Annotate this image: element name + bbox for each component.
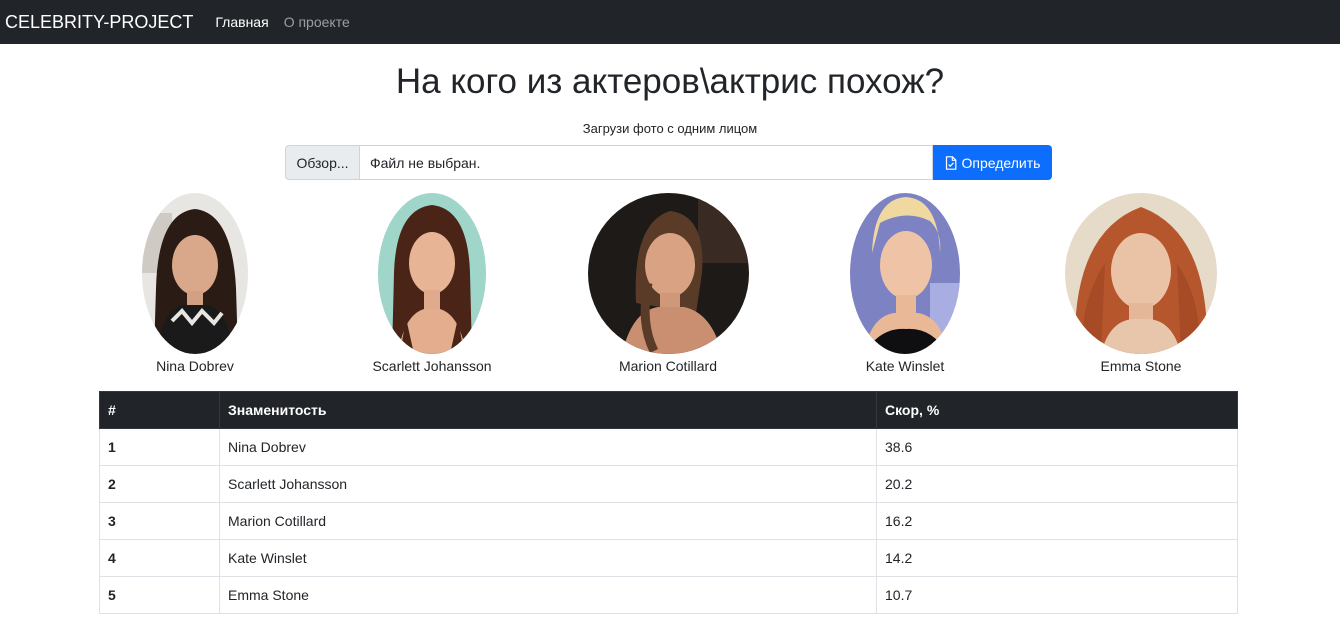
rank-cell: 5 xyxy=(99,576,220,614)
detect-button[interactable]: Определить xyxy=(933,145,1052,180)
file-check-icon xyxy=(945,155,957,170)
upload-hint: Загрузи фото с одним лицом xyxy=(582,121,758,136)
navbar: CELEBRITY-PROJECT Главная О проекте xyxy=(0,0,1340,44)
rank-cell: 3 xyxy=(99,502,220,540)
celebrity-cell: Nina Dobrev xyxy=(219,428,877,466)
celebrity-photo-emma-stone xyxy=(1065,193,1217,354)
brand-link[interactable]: CELEBRITY-PROJECT xyxy=(5,12,193,33)
celebrity-cell: Marion Cotillard xyxy=(219,502,877,540)
celebrity-name: Kate Winslet xyxy=(865,358,945,374)
score-cell: 38.6 xyxy=(876,428,1238,466)
score-cell: 20.2 xyxy=(876,465,1238,503)
celebrity-card: Nina Dobrev xyxy=(95,193,295,374)
celebrity-photo-nina-dobrev xyxy=(142,193,248,354)
column-header-score: Скор, % xyxy=(876,391,1238,429)
rank-cell: 2 xyxy=(99,465,220,503)
results-table: # Знаменитость Скор, % 1 Nina Dobrev 38.… xyxy=(99,391,1238,614)
table-row: 1 Nina Dobrev 38.6 xyxy=(99,428,1238,466)
celebrity-card: Kate Winslet xyxy=(805,193,1005,374)
celebrity-cell: Kate Winslet xyxy=(219,539,877,577)
score-cell: 16.2 xyxy=(876,502,1238,540)
celebrity-name: Marion Cotillard xyxy=(618,358,718,374)
table-row: 2 Scarlett Johansson 20.2 xyxy=(99,465,1238,503)
celebrity-name: Emma Stone xyxy=(1100,358,1182,374)
detect-button-label: Определить xyxy=(961,154,1041,171)
celebrity-cell: Scarlett Johansson xyxy=(219,465,877,503)
column-header-rank: # xyxy=(99,391,220,429)
celebrity-name: Nina Dobrev xyxy=(156,358,234,374)
file-input[interactable]: Файл не выбран. xyxy=(360,145,933,180)
score-cell: 10.7 xyxy=(876,576,1238,614)
nav-link-home[interactable]: Главная xyxy=(215,14,268,30)
rank-cell: 1 xyxy=(99,428,220,466)
celebrity-name: Scarlett Johansson xyxy=(372,358,492,374)
celebrity-photo-scarlett-johansson xyxy=(378,193,486,354)
nav-link-about[interactable]: О проекте xyxy=(284,14,350,30)
celebrity-photo-kate-winslet xyxy=(850,193,960,354)
celebrity-cell: Emma Stone xyxy=(219,576,877,614)
celebrity-gallery: Nina Dobrev Scarlett Johansson Marion Co… xyxy=(0,193,1340,378)
table-row: 5 Emma Stone 10.7 xyxy=(99,576,1238,614)
page-title: На кого из актеров\актрис похож? xyxy=(395,62,945,101)
column-header-celebrity: Знаменитость xyxy=(219,391,877,429)
celebrity-card: Marion Cotillard xyxy=(568,193,768,374)
table-row: 3 Marion Cotillard 16.2 xyxy=(99,502,1238,540)
celebrity-card: Emma Stone xyxy=(1041,193,1241,374)
upload-form: Обзор... Файл не выбран. Определить xyxy=(285,145,1052,180)
browse-button[interactable]: Обзор... xyxy=(285,145,360,180)
score-cell: 14.2 xyxy=(876,539,1238,577)
table-header-row: # Знаменитость Скор, % xyxy=(99,391,1238,429)
celebrity-card: Scarlett Johansson xyxy=(332,193,532,374)
rank-cell: 4 xyxy=(99,539,220,577)
celebrity-photo-marion-cotillard xyxy=(587,193,749,354)
table-row: 4 Kate Winslet 14.2 xyxy=(99,539,1238,577)
